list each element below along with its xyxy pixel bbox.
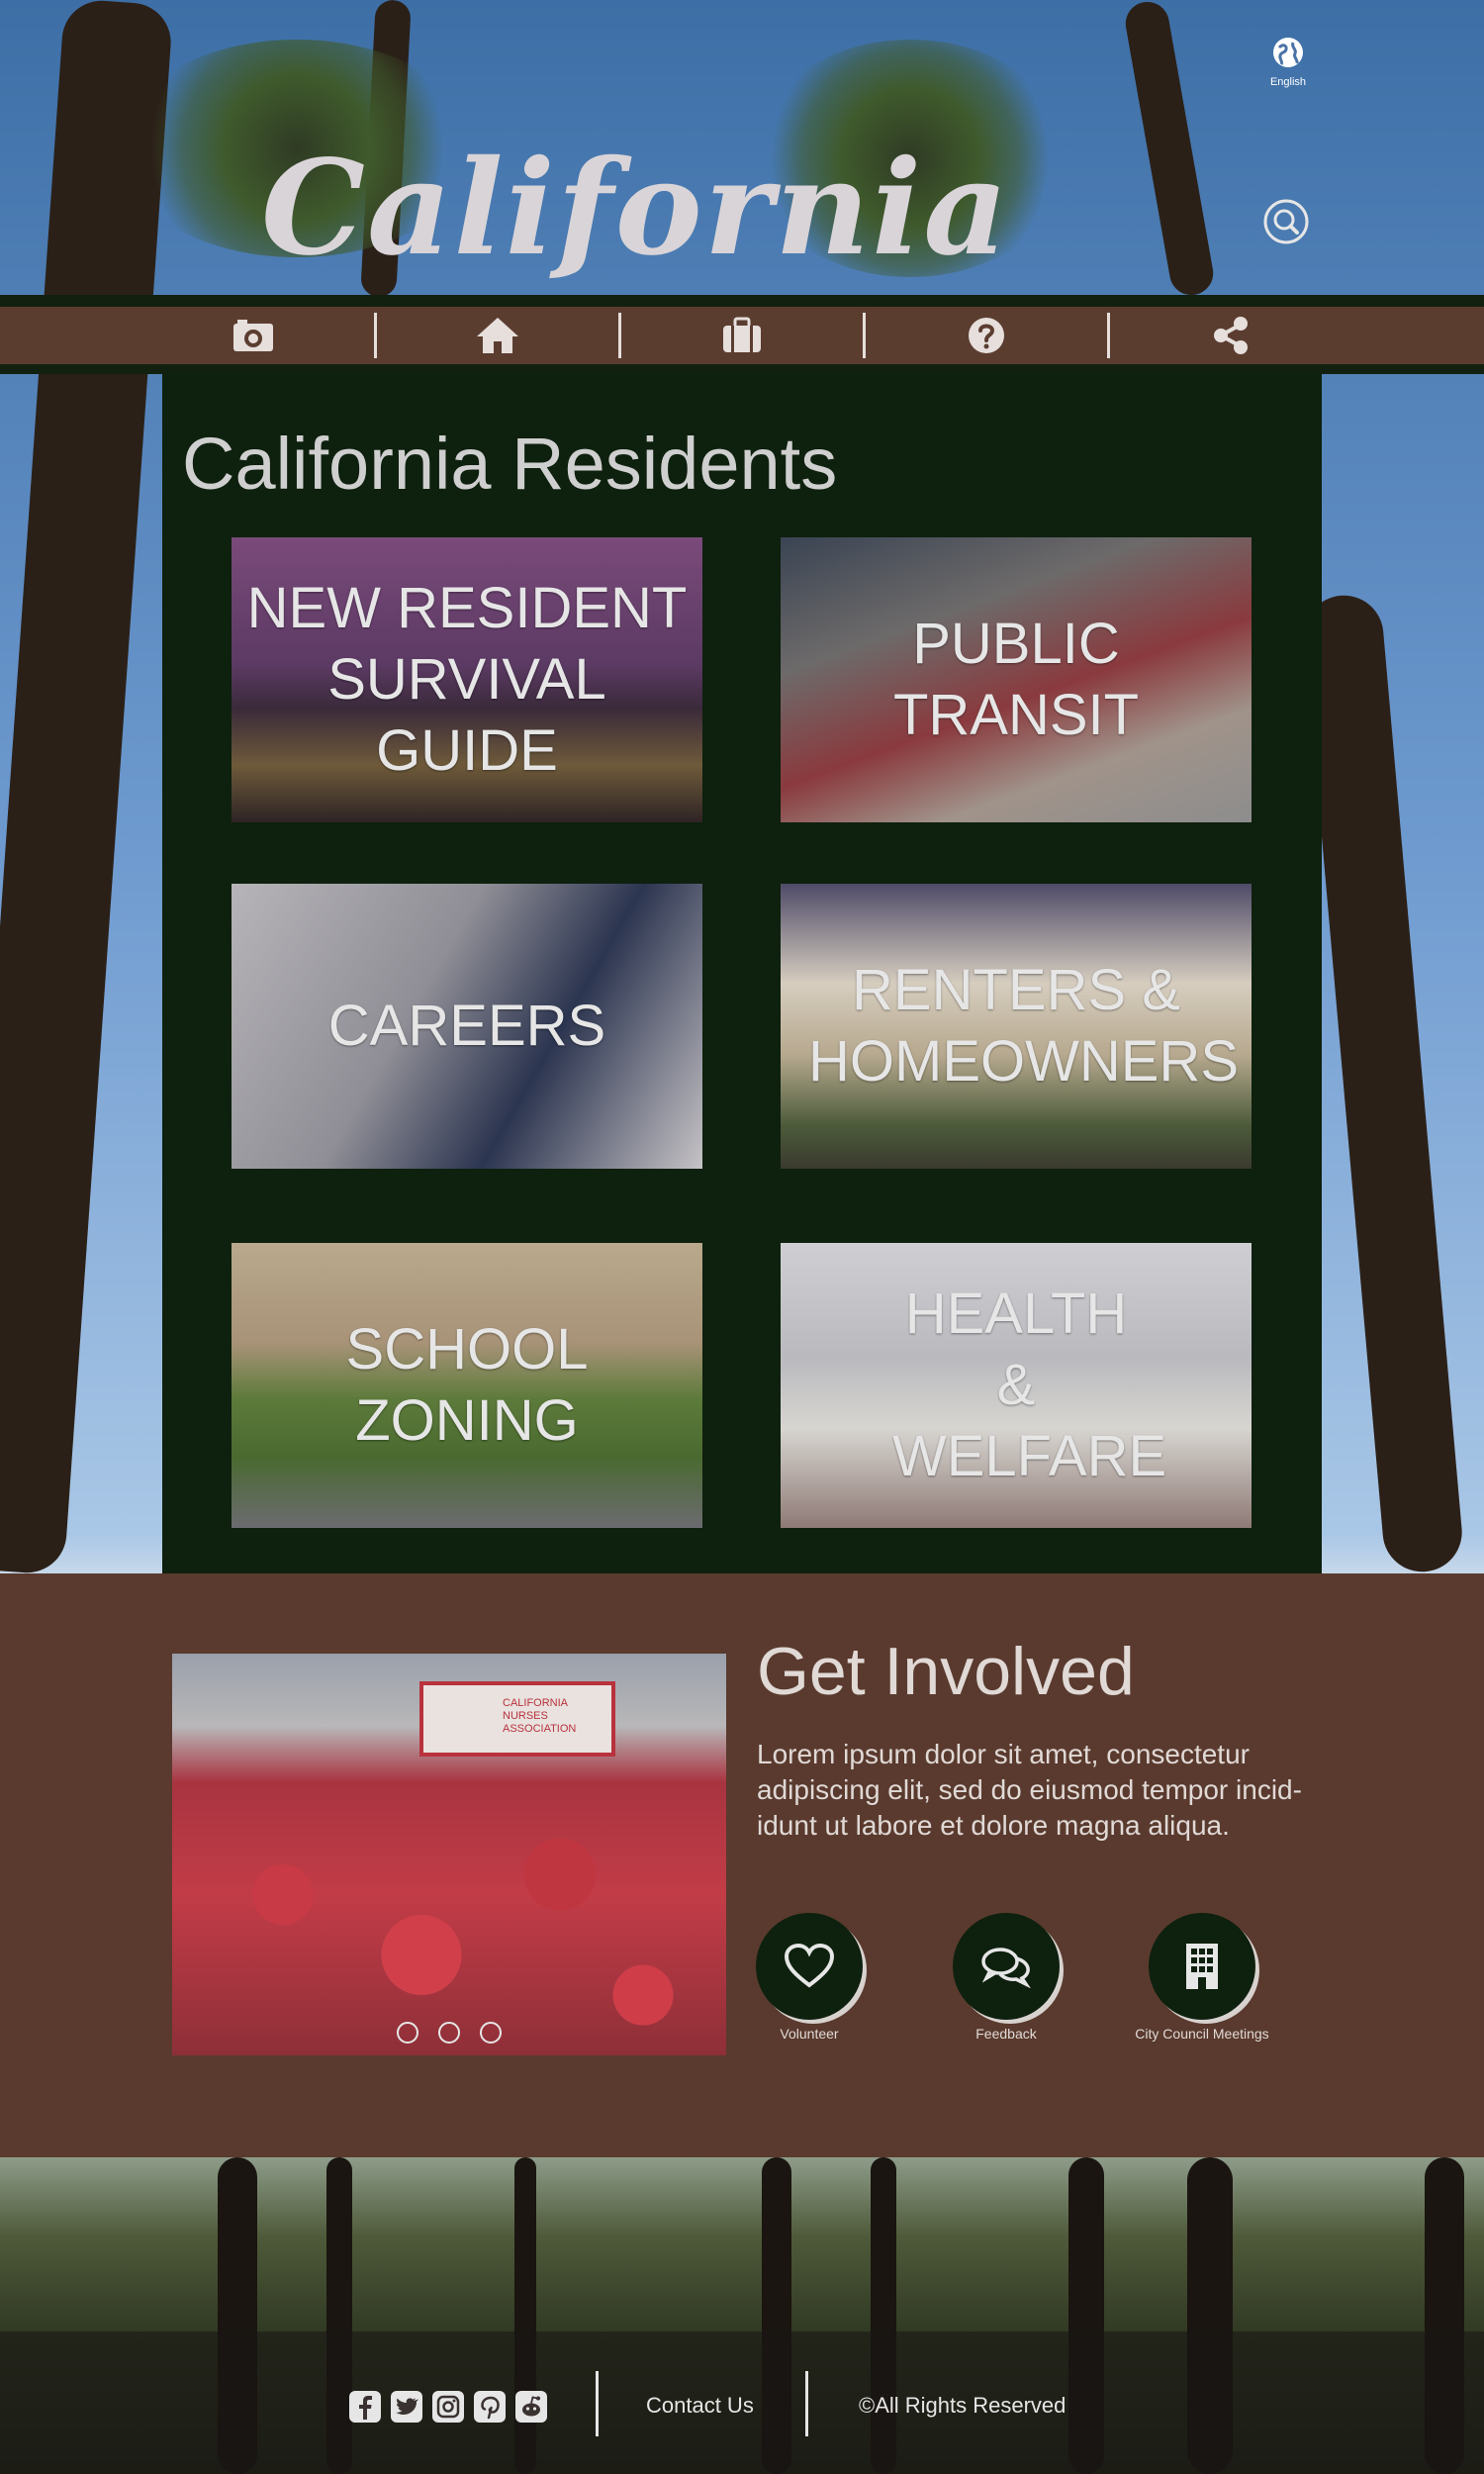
feedback-button[interactable]: Feedback	[917, 1913, 1095, 2042]
volunteer-circle	[756, 1913, 863, 2020]
tile-careers[interactable]: CAREERS	[232, 884, 702, 1169]
heart-icon	[784, 1944, 835, 1988]
get-involved-section: CALIFORNIA NURSES ASSOCIATION Get Involv…	[0, 1573, 1484, 2157]
tile-school-zoning[interactable]: SCHOOL ZONING	[232, 1243, 702, 1528]
feedback-circle	[953, 1913, 1060, 2020]
pinterest-icon[interactable]	[473, 2390, 507, 2428]
tile-label: RENTERS & HOMEOWNERS	[808, 958, 1239, 1094]
volunteer-button[interactable]: Volunteer	[720, 1913, 898, 2042]
city-council-circle	[1149, 1913, 1255, 2020]
carousel-dot[interactable]	[480, 2022, 502, 2044]
main-nav	[0, 307, 1484, 364]
tile-renters-homeowners[interactable]: RENTERS & HOMEOWNERS	[781, 884, 1252, 1169]
feedback-label: Feedback	[975, 2026, 1037, 2042]
city-council-label: City Council Meetings	[1135, 2026, 1269, 2042]
building-icon	[1186, 1944, 1218, 1989]
contact-us-link[interactable]: Contact Us	[646, 2393, 754, 2419]
reddit-icon[interactable]	[514, 2390, 548, 2428]
city-council-button[interactable]: City Council Meetings	[1113, 1913, 1291, 2042]
logo-wordmark: California	[261, 131, 1010, 285]
involved-description: Lorem ipsum dolor sit amet, consectetur …	[757, 1739, 1302, 1841]
instagram-icon[interactable]	[431, 2390, 465, 2428]
residents-title: California Residents	[182, 423, 838, 505]
involved-title: Get Involved	[757, 1634, 1135, 1709]
twitter-icon[interactable]	[390, 2390, 423, 2428]
photo-banner: CALIFORNIA NURSES ASSOCIATION	[419, 1681, 615, 1757]
nav-item-home[interactable]	[399, 311, 597, 360]
briefcase-icon	[723, 317, 761, 352]
nav-divider	[863, 313, 866, 358]
language-selector[interactable]: English	[1261, 36, 1315, 88]
tile-label: SCHOOL ZONING	[345, 1317, 589, 1453]
tile-new-resident-guide[interactable]: NEW RESIDENT SURVIVAL GUIDE	[232, 537, 702, 822]
palm-trunk-far-right	[1301, 592, 1465, 1575]
social-links	[348, 2390, 548, 2428]
carousel-dot[interactable]	[438, 2022, 460, 2044]
camera-icon	[233, 320, 273, 351]
nav-item-help[interactable]	[887, 311, 1085, 360]
tile-label: NEW RESIDENT SURVIVAL GUIDE	[246, 576, 688, 783]
tile-label: PUBLIC TRANSIT	[892, 612, 1140, 747]
search-icon	[1263, 199, 1309, 244]
facebook-icon[interactable]	[348, 2390, 382, 2428]
tile-public-transit[interactable]: PUBLIC TRANSIT	[781, 537, 1252, 822]
tile-label: HEALTH & WELFARE	[892, 1282, 1167, 1488]
site-logo[interactable]: California	[237, 129, 1008, 287]
tile-health-welfare[interactable]: HEALTH & WELFARE	[781, 1243, 1252, 1528]
language-label: English	[1269, 76, 1307, 88]
volunteer-label: Volunteer	[780, 2026, 839, 2042]
nav-item-share[interactable]	[1132, 311, 1330, 360]
search-button[interactable]	[1262, 198, 1310, 245]
nav-divider	[374, 313, 377, 358]
site-header: California English	[0, 0, 1484, 297]
nav-divider	[1107, 313, 1110, 358]
nav-item-jobs[interactable]	[643, 311, 841, 360]
question-icon	[969, 318, 1004, 353]
nav-item-photos[interactable]	[154, 311, 352, 360]
involved-photo-carousel[interactable]: CALIFORNIA NURSES ASSOCIATION	[172, 1654, 726, 2055]
copyright-text: ©All Rights Reserved	[859, 2393, 1067, 2418]
carousel-dots	[172, 2022, 726, 2044]
chat-icon	[981, 1948, 1031, 1988]
carousel-dot[interactable]	[397, 2022, 418, 2044]
footer-divider	[596, 2371, 599, 2436]
banner-text: CALIFORNIA NURSES ASSOCIATION	[503, 1697, 577, 1735]
share-icon	[1214, 317, 1248, 354]
globe-icon	[1273, 38, 1303, 67]
tile-label: CAREERS	[327, 994, 606, 1058]
home-icon	[477, 318, 518, 353]
residents-section: California Residents NEW RESIDENT SURVIV…	[162, 374, 1322, 1573]
nav-divider	[618, 313, 621, 358]
footer-divider	[805, 2371, 808, 2436]
